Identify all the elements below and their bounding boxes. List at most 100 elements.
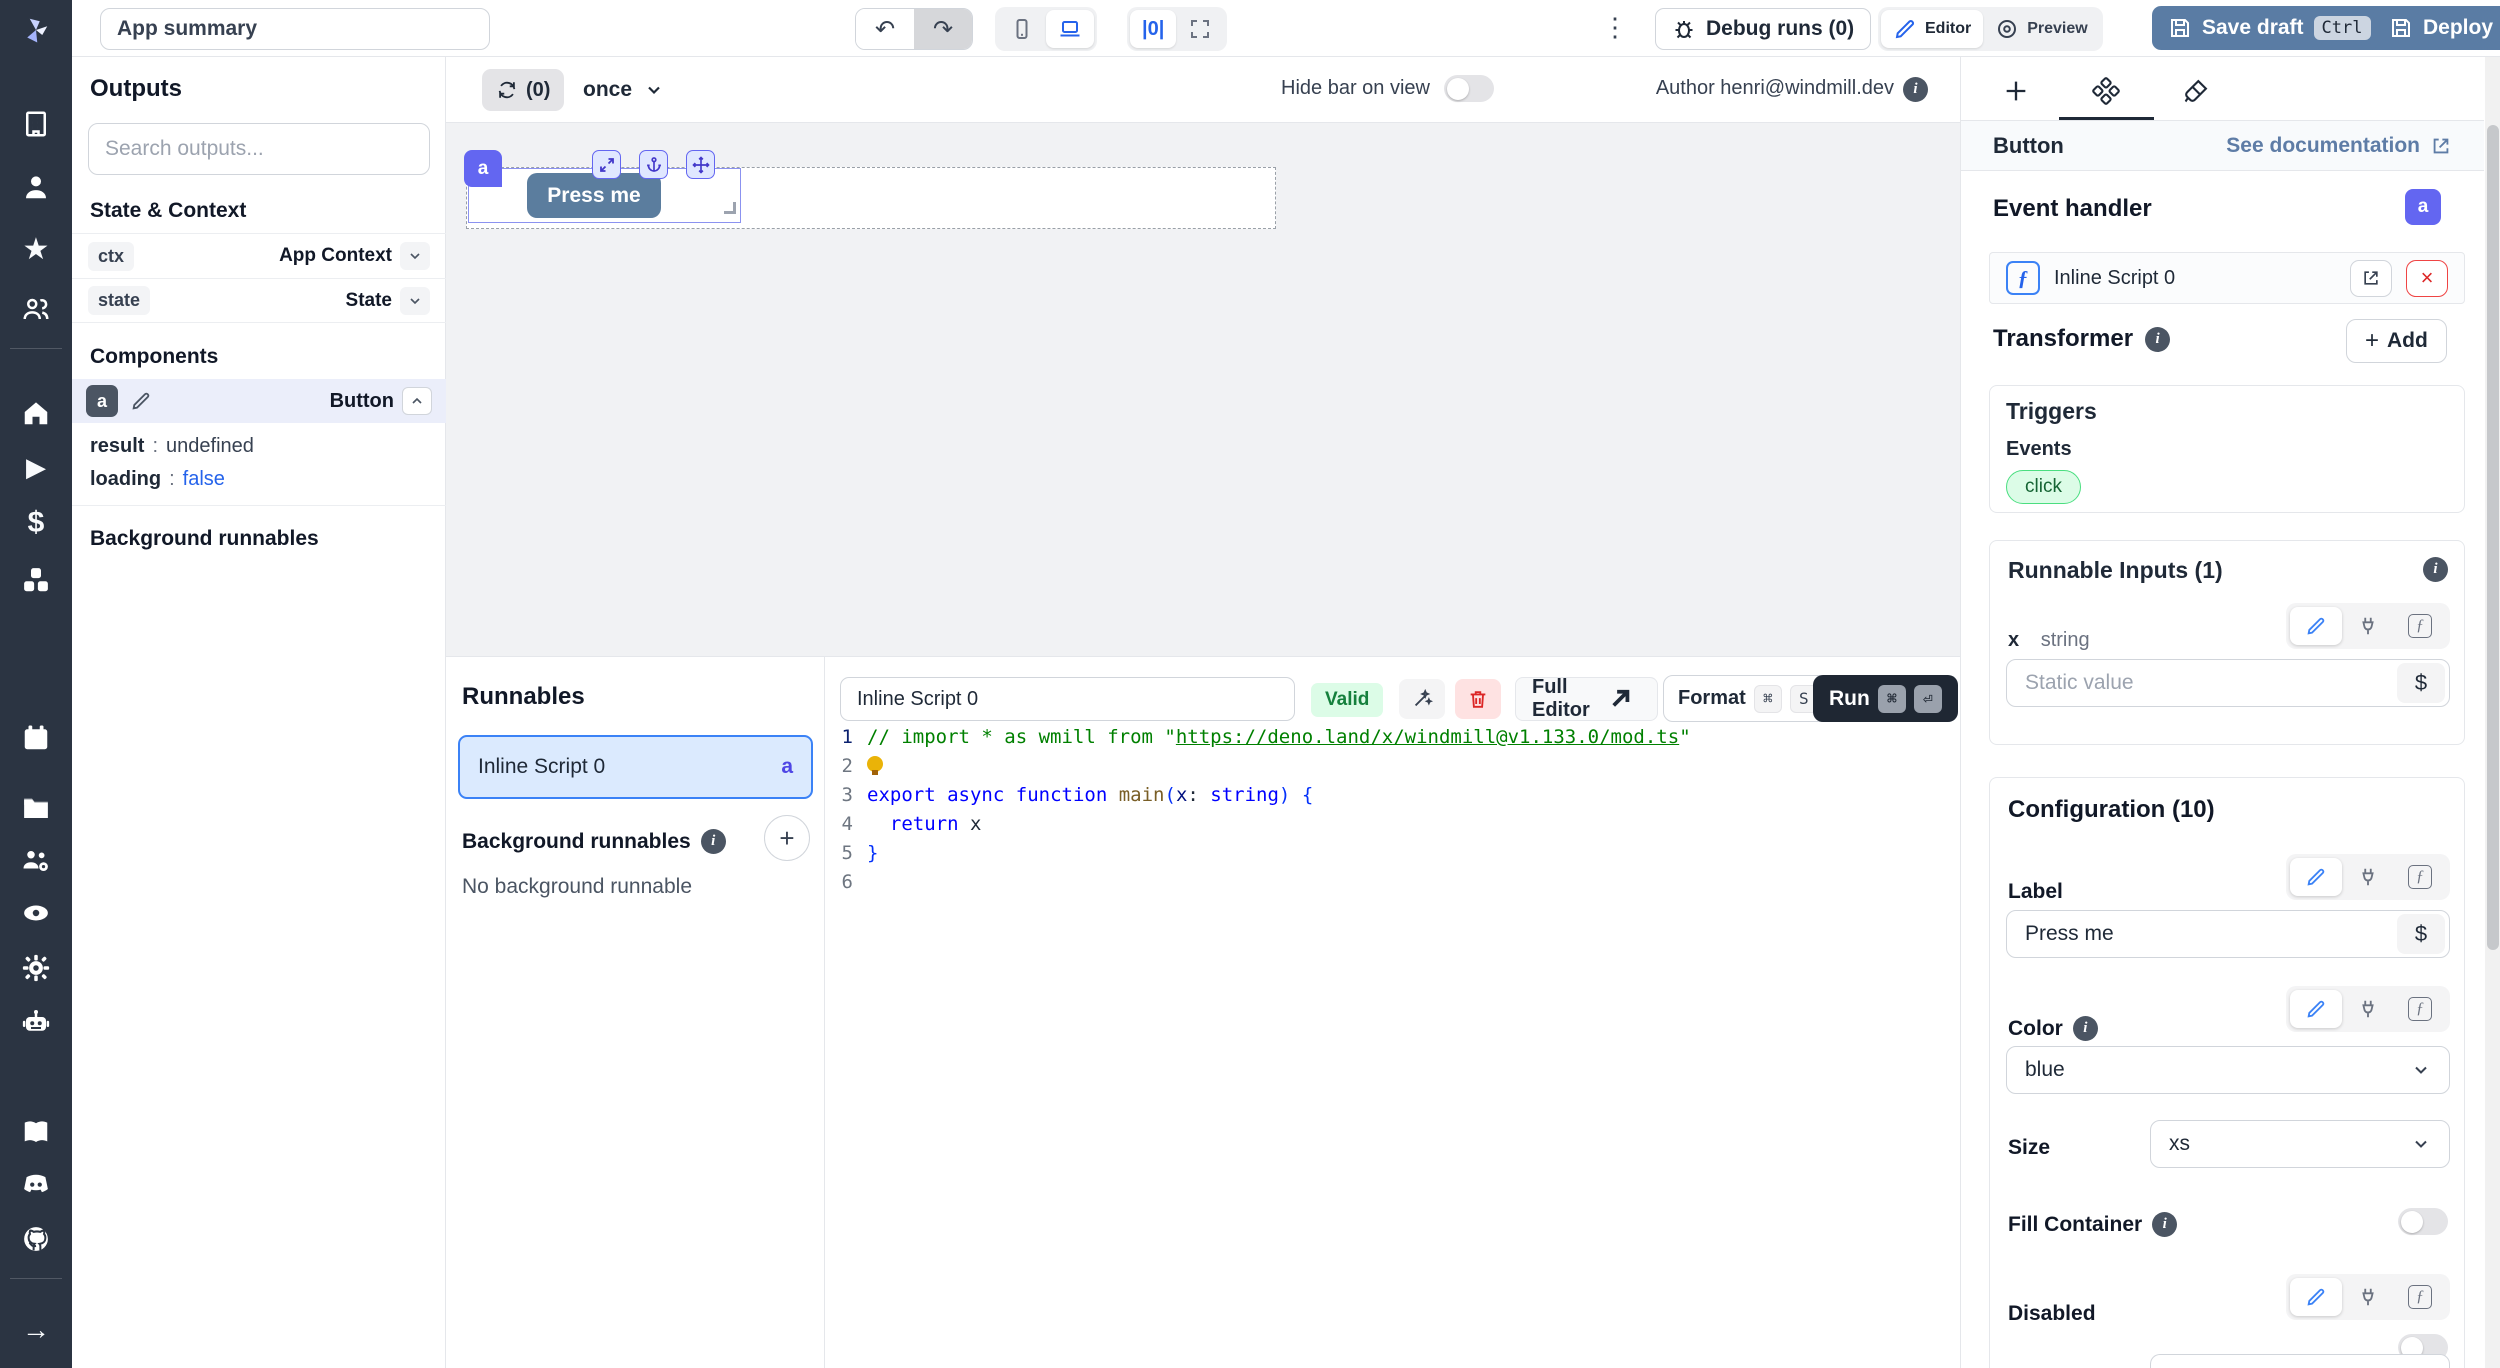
app-summary-input[interactable] bbox=[100, 8, 490, 50]
ctx-row[interactable]: ctx App Context bbox=[72, 233, 446, 278]
component-a-header[interactable]: a Button bbox=[72, 379, 446, 423]
refresh-runs-button[interactable]: (0) bbox=[482, 69, 564, 111]
static-mode-button[interactable] bbox=[2290, 990, 2342, 1028]
full-editor-button[interactable]: Full Editor bbox=[1515, 677, 1658, 721]
schedules-calendar-icon[interactable] bbox=[0, 714, 72, 762]
template-dollar-button[interactable]: $ bbox=[2397, 914, 2445, 954]
resources-cubes-icon[interactable] bbox=[0, 556, 72, 604]
connect-mode-button[interactable] bbox=[2342, 858, 2394, 896]
resize-corner-handle[interactable] bbox=[724, 202, 736, 214]
runnable-item-inline-script-0[interactable]: Inline Script 0 a bbox=[458, 735, 813, 799]
tab-component-settings[interactable] bbox=[2071, 65, 2141, 117]
info-icon[interactable] bbox=[2145, 327, 2170, 352]
center-align-button[interactable]: |0| bbox=[1130, 10, 1176, 48]
deploy-button[interactable]: Deploy bbox=[2373, 6, 2500, 50]
tab-styling[interactable] bbox=[2161, 65, 2231, 117]
search-outputs-input[interactable] bbox=[88, 123, 430, 175]
code-line[interactable]: 2 bbox=[825, 752, 1953, 781]
github-icon[interactable] bbox=[0, 1215, 72, 1263]
docs-book-icon[interactable] bbox=[0, 1108, 72, 1156]
run-button[interactable]: Run ⌘ ⏎ bbox=[1813, 675, 1958, 722]
eval-mode-button[interactable]: ƒ bbox=[2394, 990, 2446, 1028]
code-lines[interactable]: 1// import * as wmill from "https://deno… bbox=[825, 723, 1953, 1368]
hide-bar-toggle[interactable] bbox=[1444, 75, 1494, 102]
before-icon-select[interactable] bbox=[2150, 1354, 2450, 1368]
groups-icon[interactable] bbox=[0, 285, 72, 333]
template-dollar-button[interactable]: $ bbox=[2397, 663, 2445, 703]
static-mode-button[interactable] bbox=[2290, 1278, 2342, 1316]
favorites-star-icon[interactable]: ★ bbox=[0, 225, 72, 273]
panel-scrollbar[interactable] bbox=[2485, 57, 2500, 1368]
info-icon[interactable] bbox=[2073, 1016, 2098, 1041]
info-icon[interactable] bbox=[2423, 557, 2448, 582]
open-script-button[interactable] bbox=[2350, 260, 2392, 297]
eval-mode-button[interactable]: ƒ bbox=[2394, 858, 2446, 896]
size-select[interactable]: xs bbox=[2150, 1120, 2450, 1168]
debug-runs-button[interactable]: Debug runs (0) bbox=[1655, 8, 1871, 50]
windmill-logo-icon[interactable] bbox=[0, 6, 72, 54]
user-icon[interactable] bbox=[0, 163, 72, 211]
desktop-view-button[interactable] bbox=[1046, 10, 1094, 48]
more-menu-button[interactable]: ⋮ bbox=[1602, 12, 1628, 43]
rename-pencil-icon[interactable] bbox=[130, 390, 152, 412]
press-me-button[interactable]: Press me bbox=[527, 173, 661, 218]
tab-editor[interactable]: Editor bbox=[1881, 10, 1983, 48]
discord-icon[interactable] bbox=[0, 1160, 72, 1208]
event-handler-script-row[interactable]: ƒ Inline Script 0 × bbox=[1989, 252, 2465, 304]
label-value-input[interactable] bbox=[2007, 911, 2397, 957]
collapse-arrow-icon[interactable]: → bbox=[0, 1306, 72, 1354]
home-icon[interactable] bbox=[0, 389, 72, 437]
mobile-view-button[interactable] bbox=[998, 10, 1046, 48]
eval-mode-button[interactable]: ƒ bbox=[2394, 1278, 2446, 1316]
static-value-input[interactable] bbox=[2007, 660, 2397, 706]
folders-icon[interactable] bbox=[0, 784, 72, 832]
ai-wand-button[interactable] bbox=[1399, 679, 1445, 719]
code-line[interactable]: 3export async function main(x: string) { bbox=[825, 781, 1953, 810]
connect-mode-button[interactable] bbox=[2342, 1278, 2394, 1316]
anchor-handle[interactable] bbox=[639, 150, 668, 179]
fill-container-toggle[interactable] bbox=[2398, 1208, 2448, 1235]
variables-dollar-icon[interactable]: $ bbox=[0, 499, 72, 547]
color-select[interactable]: blue bbox=[2006, 1046, 2450, 1094]
ctx-expand-button[interactable] bbox=[400, 242, 430, 270]
redo-button[interactable]: ↷ bbox=[914, 8, 972, 50]
static-mode-button[interactable] bbox=[2290, 607, 2342, 645]
expand-handle[interactable] bbox=[592, 150, 621, 179]
remove-script-button[interactable]: × bbox=[2406, 260, 2448, 297]
schedule-mode-select[interactable]: once bbox=[571, 69, 676, 111]
runs-play-icon[interactable]: ▶ bbox=[0, 443, 72, 491]
script-name-input[interactable] bbox=[840, 677, 1295, 721]
code-line[interactable]: 5} bbox=[825, 839, 1953, 868]
tab-preview[interactable]: Preview bbox=[1983, 10, 2099, 48]
state-row[interactable]: state State bbox=[72, 278, 446, 323]
connect-mode-button[interactable] bbox=[2342, 607, 2394, 645]
lightbulb-icon[interactable] bbox=[867, 756, 883, 772]
settings-gear-icon[interactable] bbox=[0, 944, 72, 992]
format-button[interactable]: Format ⌘ S bbox=[1663, 675, 1833, 722]
ai-robot-icon[interactable] bbox=[0, 998, 72, 1046]
move-handle[interactable] bbox=[686, 150, 715, 179]
state-expand-button[interactable] bbox=[400, 287, 430, 315]
info-icon[interactable] bbox=[701, 829, 726, 854]
add-transformer-button[interactable]: + Add bbox=[2346, 319, 2447, 363]
scrollbar-thumb[interactable] bbox=[2487, 125, 2499, 950]
code-line[interactable]: 6 bbox=[825, 868, 1953, 897]
see-documentation-link[interactable]: See documentation bbox=[2226, 134, 2452, 158]
info-icon[interactable] bbox=[2152, 1212, 2177, 1237]
code-line[interactable]: 4 return x bbox=[825, 810, 1953, 839]
fullscreen-button[interactable] bbox=[1176, 10, 1224, 48]
static-value-field: $ bbox=[2006, 659, 2450, 707]
static-mode-button[interactable] bbox=[2290, 858, 2342, 896]
add-background-runnable-button[interactable]: + bbox=[764, 815, 810, 861]
delete-script-button[interactable] bbox=[1455, 679, 1501, 719]
undo-button[interactable]: ↶ bbox=[856, 8, 914, 50]
component-collapse-button[interactable] bbox=[402, 387, 432, 415]
code-line[interactable]: 1// import * as wmill from "https://deno… bbox=[825, 723, 1953, 752]
workers-icon[interactable] bbox=[0, 837, 72, 885]
connect-mode-button[interactable] bbox=[2342, 990, 2394, 1028]
author-info-icon[interactable] bbox=[1903, 77, 1928, 102]
workspace-icon[interactable] bbox=[0, 100, 72, 148]
eval-mode-button[interactable]: ƒ bbox=[2394, 607, 2446, 645]
audit-eye-icon[interactable] bbox=[0, 889, 72, 937]
tab-add-component[interactable] bbox=[1981, 65, 2051, 117]
